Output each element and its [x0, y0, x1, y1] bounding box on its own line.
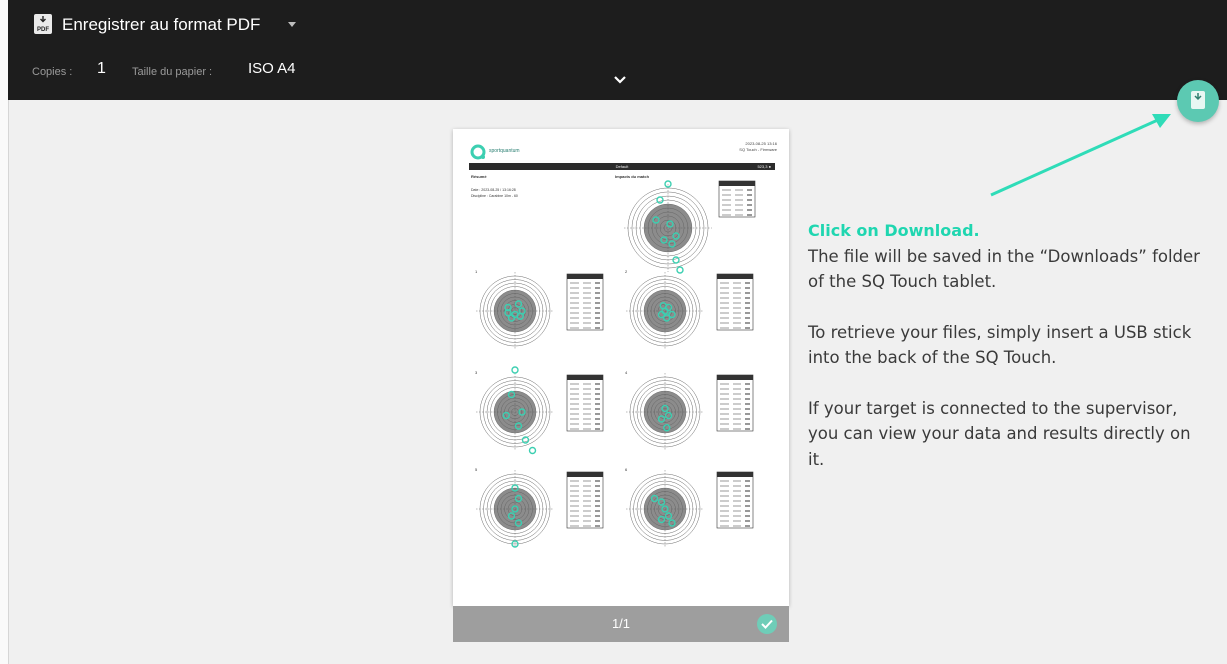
main-score-table-header — [719, 181, 755, 186]
series-score-table — [716, 374, 754, 432]
copies-field[interactable]: 1 — [97, 60, 106, 78]
series-number-label: 4 — [625, 370, 628, 375]
series-target-shot — [511, 366, 519, 374]
series-score-table-header — [567, 472, 603, 477]
series-score-table — [566, 471, 604, 529]
series-score-table — [716, 471, 754, 529]
check-icon[interactable] — [757, 614, 777, 634]
destination-select[interactable]: Enregistrer au format PDF — [62, 15, 260, 35]
series-number-label: 6 — [625, 467, 628, 472]
annotation-save-location: The file will be saved in the “Downloads… — [808, 246, 1200, 292]
page-navigation-bar: 1/1 — [453, 606, 789, 642]
main-target-shot — [676, 266, 684, 274]
series-number-label: 1 — [475, 269, 478, 274]
dropdown-caret-icon[interactable] — [288, 22, 296, 27]
page-counter: 1/1 — [611, 616, 631, 631]
series-score-table-header — [567, 375, 603, 380]
series-score-table — [566, 273, 604, 331]
print-settings-bar: PDF Enregistrer au format PDF Copies : 1… — [8, 0, 1227, 100]
series-score-table — [566, 374, 604, 432]
series-number-label: 3 — [475, 370, 478, 375]
annotation-usb-instructions: To retrieve your files, simply insert a … — [808, 322, 1192, 368]
paper-size-label: Taille du papier : — [132, 66, 213, 78]
chevron-down-icon[interactable] — [610, 72, 630, 88]
annotation-heading: Click on Download. — [808, 221, 980, 240]
series-score-table — [716, 273, 754, 331]
series-number-label: 5 — [475, 467, 478, 472]
preview-targets: 1 2 3 4 5 6 — [475, 180, 756, 548]
download-button[interactable] — [1177, 80, 1219, 122]
annotation-supervisor-note: If your target is connected to the super… — [808, 398, 1191, 469]
copies-label: Copies : — [32, 66, 73, 78]
instruction-annotation: Click on Download. The file will be save… — [808, 218, 1208, 472]
series-score-table-header — [717, 274, 753, 279]
pdf-save-icon: PDF — [34, 14, 52, 34]
pdf-badge: PDF — [37, 27, 49, 33]
series-score-table-header — [717, 375, 753, 380]
series-target-shot — [528, 446, 537, 455]
series-score-table-header — [567, 274, 603, 279]
series-score-table-header — [717, 472, 753, 477]
main-score-table — [718, 180, 756, 218]
series-number-label: 2 — [625, 269, 628, 274]
pdf-page-preview: sportquantum 2023-08-25 13:16 SQ Touch - … — [453, 129, 789, 606]
paper-size-select[interactable]: ISO A4 — [248, 60, 296, 77]
